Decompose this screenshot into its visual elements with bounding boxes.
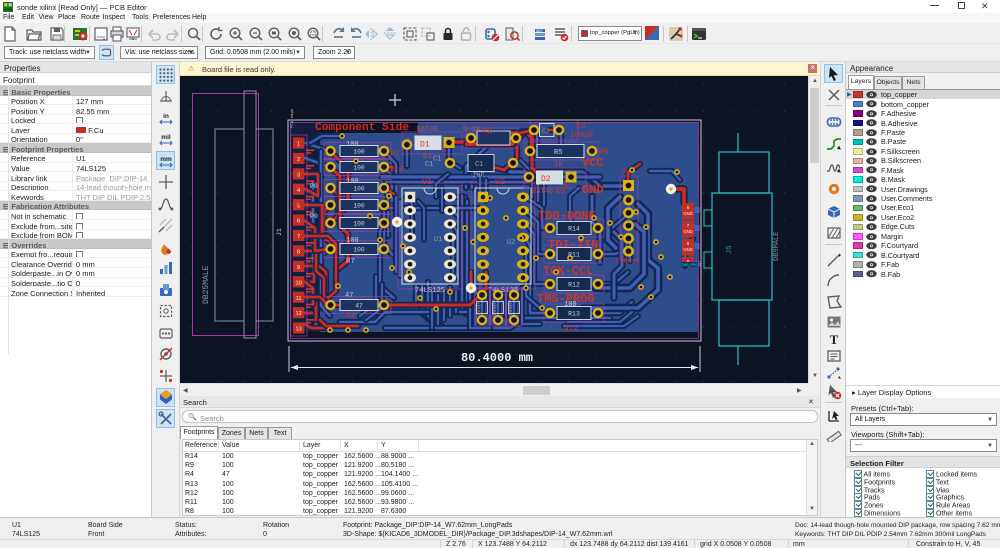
svg-text:D1: D1 (420, 141, 430, 150)
svg-text:1UF: 1UF (472, 172, 485, 180)
svg-text:TCK-CCL: TCK-CCL (543, 264, 593, 278)
svg-text:GND: GND (683, 229, 692, 234)
svg-text:DB25MALE: DB25MALE (202, 265, 211, 304)
svg-text:74LS125: 74LS125 (415, 287, 445, 295)
svg-text:R1: R1 (390, 150, 400, 158)
svg-text:CONN-6: CONN-6 (616, 258, 640, 265)
svg-text:D2: D2 (541, 175, 551, 184)
svg-text:R4: R4 (346, 313, 356, 321)
svg-text:CLK-O1: CLK-O1 (290, 171, 307, 177)
svg-text:GND: GND (582, 183, 604, 197)
svg-text:U2: U2 (495, 177, 505, 187)
svg-text:R7: R7 (346, 258, 355, 266)
svg-text:100pF: 100pF (570, 131, 594, 140)
svg-text:12: 12 (295, 311, 301, 317)
svg-text:100: 100 (353, 247, 365, 254)
svg-text:C3: C3 (542, 128, 550, 135)
svg-text:TDO-DONE: TDO-DONE (538, 209, 596, 223)
svg-text:GND: GND (683, 211, 692, 216)
svg-text:GND: GND (683, 247, 692, 252)
svg-text:R10: R10 (390, 166, 404, 174)
svg-text:100: 100 (346, 237, 359, 245)
svg-text:R14: R14 (568, 226, 580, 233)
svg-text:C1: C1 (433, 156, 441, 164)
svg-text:C1: C1 (475, 161, 483, 169)
svg-text:11: 11 (296, 296, 302, 302)
svg-text:BAT46: BAT46 (532, 188, 553, 196)
svg-text:R2: R2 (482, 126, 492, 136)
svg-text:100pF: 100pF (507, 299, 514, 316)
svg-text:in: in (163, 113, 169, 120)
svg-text:1: 1 (297, 142, 300, 148)
svg-text:8: 8 (297, 250, 300, 256)
svg-text:R13: R13 (564, 326, 578, 334)
svg-text:C3: C3 (576, 122, 586, 131)
svg-text:U1: U1 (434, 236, 442, 244)
svg-text:D1: D1 (423, 153, 433, 161)
svg-text:100: 100 (353, 149, 365, 156)
svg-text:mm: mm (160, 156, 172, 163)
svg-text:10: 10 (295, 280, 301, 286)
svg-text:100: 100 (564, 301, 577, 309)
svg-text:100pF: 100pF (475, 299, 482, 316)
svg-text:BAT46: BAT46 (417, 126, 438, 134)
svg-text:R13: R13 (568, 311, 580, 318)
svg-text:VCC: VCC (582, 156, 604, 170)
svg-text:mil: mil (161, 134, 171, 141)
svg-text:CTRL-O1: CTRL-O1 (290, 202, 310, 208)
svg-text:P0: P0 (310, 183, 318, 190)
svg-text:Component Side: Component Side (315, 122, 409, 134)
svg-text:NET: NET (536, 29, 543, 33)
svg-text:PCB edge: PCB edge (290, 108, 295, 128)
svg-text:100: 100 (346, 141, 359, 149)
svg-text:5.1K: 5.1K (463, 126, 482, 134)
svg-text:U1: U1 (422, 177, 432, 187)
svg-text:47: 47 (355, 303, 363, 310)
svg-text:13: 13 (295, 327, 301, 333)
svg-text:47: 47 (345, 292, 353, 300)
svg-text:100: 100 (353, 203, 365, 210)
svg-text:P0: P0 (310, 213, 318, 220)
svg-text:T: T (829, 332, 838, 347)
svg-text:80.4000 mm: 80.4000 mm (461, 351, 533, 365)
svg-text:R12: R12 (568, 282, 580, 289)
svg-text:7: 7 (297, 234, 300, 240)
svg-text:100: 100 (353, 221, 365, 228)
svg-text:100: 100 (353, 165, 365, 172)
svg-text:9: 9 (297, 265, 300, 271)
svg-text:100: 100 (353, 186, 365, 193)
svg-text:R5: R5 (554, 149, 562, 157)
svg-text:DB9MALE: DB9MALE (773, 232, 781, 261)
svg-text:100: 100 (346, 178, 359, 186)
svg-text:U2: U2 (507, 239, 515, 247)
svg-text:6: 6 (297, 219, 300, 225)
svg-text:J5: J5 (726, 246, 734, 254)
svg-text:4: 4 (297, 188, 300, 194)
svg-text:2: 2 (297, 157, 300, 163)
svg-text:J1: J1 (276, 228, 283, 236)
svg-text:100pF: 100pF (491, 299, 498, 316)
